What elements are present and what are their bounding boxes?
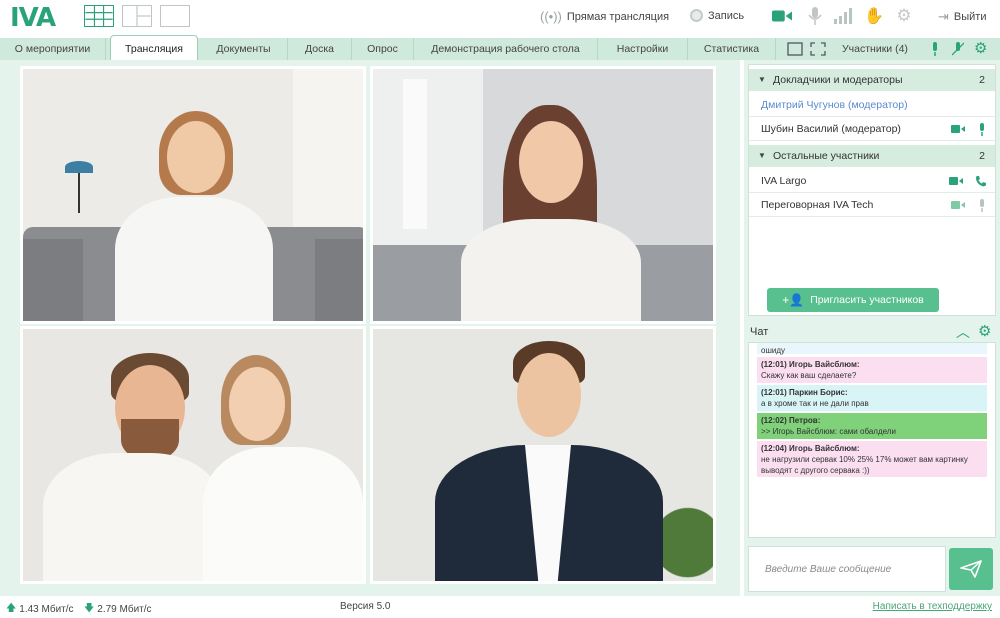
chat-message-author: (12:01) Паркин Борис: (761, 388, 848, 397)
chat-settings-icon[interactable]: ⚙ (978, 322, 991, 340)
participant-name: IVA Largo (761, 175, 807, 187)
record-label: Запись (708, 9, 745, 22)
chat-message-author: (12:01) Игорь Вайсблюм: (761, 360, 860, 369)
participant-row[interactable]: Шубин Василий (модератор) (749, 117, 995, 141)
chat-message-text: Скажу как ваш сделаете? (761, 371, 857, 380)
mic-muted-icon[interactable] (952, 41, 964, 57)
fullscreen-icon[interactable] (810, 41, 826, 57)
chat-title: Чат (750, 326, 769, 338)
participant-name: Дмитрий Чугунов (модератор) (761, 99, 908, 111)
layout-split-button[interactable] (122, 5, 152, 27)
camera-icon[interactable] (949, 176, 963, 186)
tab-settings[interactable]: Настройки (598, 38, 688, 60)
collapse-triangle-icon: ▼ (758, 151, 766, 160)
camera-icon[interactable] (951, 124, 965, 134)
tab-documents[interactable]: Документы (200, 38, 288, 60)
chat-message-text: ошиду (761, 346, 786, 355)
exit-button[interactable]: ⇥ Выйти (938, 9, 986, 25)
video-tile-participant-3[interactable] (20, 326, 366, 584)
chat-message: ошиду (757, 343, 987, 355)
support-link[interactable]: Написать в техподдержку (873, 601, 992, 612)
group-speakers-header[interactable]: ▼ Докладчики и модераторы 2 (749, 69, 995, 91)
participant-row[interactable]: Переговорная IVA Tech (749, 193, 995, 217)
group-others-label: Остальные участники (773, 150, 880, 162)
tab-board[interactable]: Доска (288, 38, 352, 60)
microphone-icon[interactable] (805, 6, 825, 26)
send-icon (960, 560, 982, 578)
top-bar: IVA ((•)) Прямая трансляция Запись ✋ ⚙ ⇥… (0, 0, 1000, 34)
tab-broadcast[interactable]: Трансляция (110, 35, 198, 60)
add-user-icon: +👤 (782, 293, 805, 307)
group-others-count: 2 (979, 150, 985, 162)
layout-grid-button[interactable] (84, 5, 114, 27)
raise-hand-icon[interactable]: ✋ (864, 6, 884, 26)
signal-strength-icon (834, 6, 854, 26)
download-speed-value: 2.79 Мбит/с (97, 604, 152, 615)
layout-single-button[interactable] (160, 5, 190, 27)
participant-row[interactable]: Дмитрий Чугунов (модератор) (749, 93, 995, 117)
upload-arrow-icon: 🡅 (6, 603, 17, 614)
chat-message: (12:04) Игорь Вайсблюм: не нагрузили сер… (757, 441, 987, 477)
iva-logo: IVA (10, 3, 56, 33)
invite-label: Пригласить участников (810, 294, 924, 306)
record-icon (690, 9, 703, 22)
tab-about[interactable]: О мероприятии (0, 38, 106, 60)
side-panel: ▼ Докладчики и модераторы 2 Дмитрий Чугу… (744, 60, 1000, 596)
download-arrow-icon: 🡇 (84, 603, 95, 614)
settings-gear-icon[interactable]: ⚙ (894, 6, 914, 26)
chat-message-author: (12:02) Петров: (761, 416, 821, 425)
video-tile-participant-2[interactable] (370, 66, 716, 324)
broadcast-icon: ((•)) (540, 9, 562, 24)
chat-message-author: (12:04) Игорь Вайсблюм: (761, 444, 860, 453)
send-message-button[interactable] (949, 548, 993, 590)
group-speakers-label: Докладчики и модераторы (773, 74, 903, 86)
invite-participants-button[interactable]: +👤 Пригласить участников (767, 288, 939, 312)
exit-label: Выйти (953, 11, 987, 23)
video-area (0, 60, 740, 596)
phone-icon[interactable] (975, 175, 987, 187)
video-tile-participant-4[interactable] (370, 326, 716, 584)
chat-message-text: а в хроме так и не дали прав (761, 399, 869, 408)
video-tile-participant-1[interactable] (20, 66, 366, 324)
chat-message: (12:02) Петров: >> Игорь Вайсблюм: сами … (757, 413, 987, 439)
participant-row[interactable]: IVA Largo (749, 169, 995, 193)
tab-statistics[interactable]: Статистика (688, 38, 776, 60)
participants-count: Участники (4) (842, 43, 908, 55)
collapse-chevron-icon[interactable]: ︿ (956, 322, 970, 342)
upload-speed: 🡅 1.43 Мбит/с (6, 601, 74, 618)
participant-name: Шубин Василий (модератор) (761, 123, 901, 135)
tab-desktop-share[interactable]: Демонстрация рабочего стола (414, 38, 598, 60)
panel-settings-icon[interactable]: ⚙ (974, 41, 987, 57)
tab-bar: О мероприятии Трансляция Документы Доска… (0, 35, 1000, 60)
chat-message: (12:01) Паркин Борис: а в хроме так и не… (757, 385, 987, 411)
chat-input[interactable]: Введите Ваше сообщение (748, 546, 946, 592)
collapse-triangle-icon: ▼ (758, 75, 766, 84)
mic-all-icon[interactable] (930, 41, 940, 57)
window-mode-icon[interactable] (787, 41, 803, 57)
camera-icon[interactable] (772, 6, 792, 26)
download-speed: 🡇 2.79 Мбит/с (84, 601, 152, 618)
participants-list: ▼ Докладчики и модераторы 2 Дмитрий Чугу… (748, 64, 996, 316)
group-speakers-count: 2 (979, 74, 985, 86)
exit-icon: ⇥ (938, 9, 949, 24)
upload-speed-value: 1.43 Мбит/с (19, 604, 74, 615)
live-stream-label: Прямая трансляция (566, 10, 670, 23)
live-stream-button[interactable]: ((•)) Прямая трансляция (540, 9, 669, 24)
group-others-header[interactable]: ▼ Остальные участники 2 (749, 145, 995, 167)
participant-name: Переговорная IVA Tech (761, 199, 874, 211)
microphone-icon[interactable] (977, 198, 987, 212)
chat-messages: ошиду (12:01) Игорь Вайсблюм: Скажу как … (748, 342, 996, 538)
microphone-icon[interactable] (977, 122, 987, 136)
tab-poll[interactable]: Опрос (352, 38, 414, 60)
version-label: Версия 5.0 (340, 601, 391, 612)
chat-message-text: >> Игорь Вайсблюм: сами обалдели (761, 427, 896, 436)
chat-message-text: не нагрузили сервак 10% 25% 17% может ва… (761, 455, 968, 475)
chat-message: (12:01) Игорь Вайсблюм: Скажу как ваш сд… (757, 357, 987, 383)
camera-icon[interactable] (951, 200, 965, 210)
record-button[interactable]: Запись (690, 9, 744, 22)
status-bar: 🡅 1.43 Мбит/с 🡇 2.79 Мбит/с Версия 5.0 Н… (0, 596, 1000, 618)
